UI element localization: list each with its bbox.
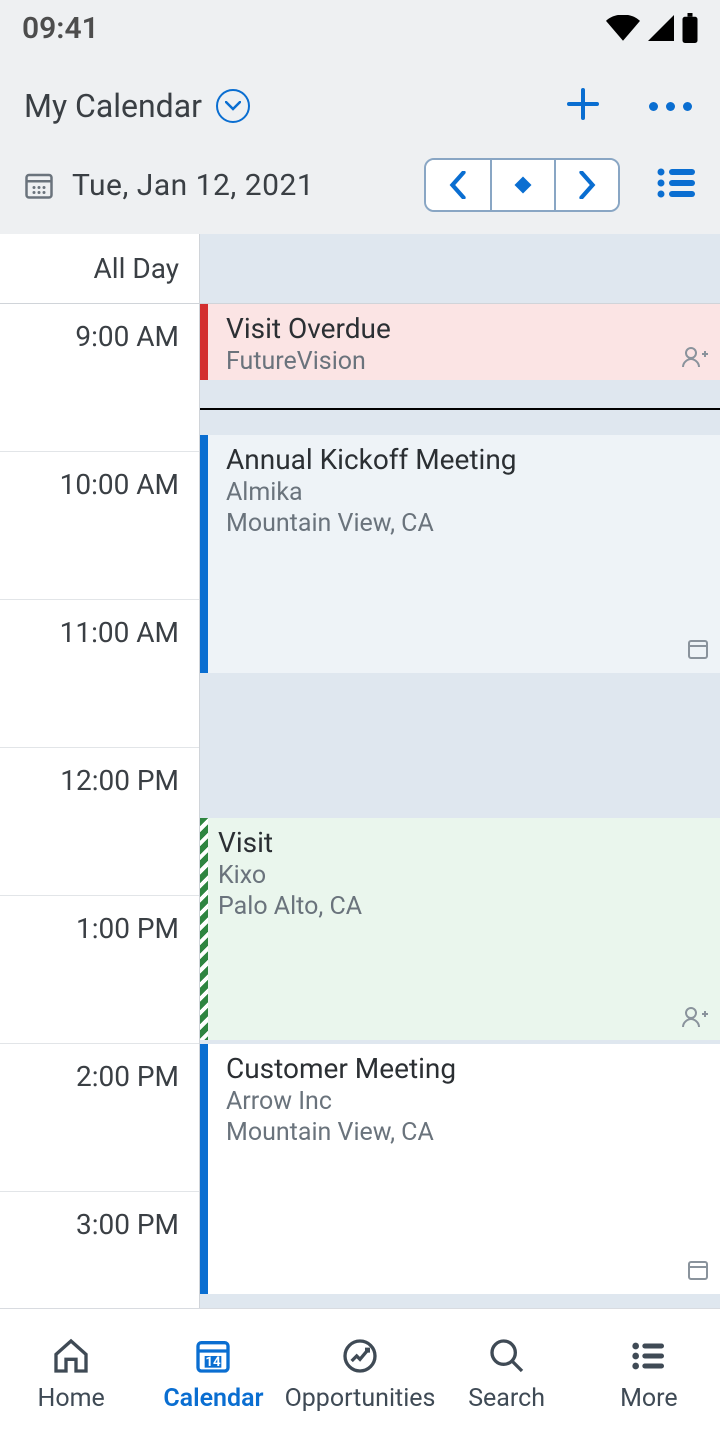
event-annual-kickoff[interactable]: Annual Kickoff Meeting Almika Mountain V…	[200, 435, 720, 673]
calendar-small-icon	[686, 637, 710, 665]
day-nav-segmented	[424, 158, 620, 212]
today-button[interactable]	[490, 160, 554, 210]
more-actions-button[interactable]	[649, 102, 692, 111]
event-canvas[interactable]: Visit Overdue FutureVision Annual Kickof…	[200, 234, 720, 1308]
more-list-icon	[629, 1336, 669, 1376]
event-title: Visit Overdue	[226, 312, 706, 345]
event-title: Visit	[218, 826, 706, 859]
home-icon	[51, 1336, 91, 1376]
event-subtitle: Arrow Inc	[226, 1087, 706, 1116]
event-visit-kixo[interactable]: Visit Kixo Palo Alto, CA	[200, 818, 720, 1040]
list-icon	[656, 167, 696, 199]
event-location: Mountain View, CA	[226, 509, 706, 538]
opportunities-icon	[340, 1336, 380, 1376]
app-header: My Calendar	[0, 56, 720, 142]
calendar-icon: 14	[193, 1336, 233, 1376]
tab-opportunities[interactable]: Opportunities	[285, 1309, 436, 1440]
search-icon	[487, 1336, 527, 1376]
diamond-icon	[511, 173, 535, 197]
event-subtitle: FutureVision	[226, 347, 706, 376]
tab-search[interactable]: Search	[435, 1309, 577, 1440]
event-subtitle: Kixo	[218, 861, 706, 890]
bottom-tab-bar: Home 14 Calendar Opportunities Search Mo…	[0, 1308, 720, 1440]
current-date-label[interactable]: Tue, Jan 12, 2021	[72, 168, 314, 203]
date-nav-row: Tue, Jan 12, 2021	[0, 142, 720, 234]
event-location: Palo Alto, CA	[218, 892, 706, 921]
event-visit-overdue[interactable]: Visit Overdue FutureVision	[200, 304, 720, 380]
next-day-button[interactable]	[554, 160, 618, 210]
tab-label: Calendar	[163, 1384, 263, 1413]
people-icon	[682, 346, 710, 372]
hour-label: 9:00 AM	[75, 320, 179, 353]
plus-icon	[565, 86, 601, 122]
hour-label: 1:00 PM	[76, 912, 179, 945]
tab-label: More	[620, 1384, 678, 1413]
time-gutter: All Day 9:00 AM 10:00 AM 11:00 AM 12:00 …	[0, 234, 200, 1308]
status-bar: 09:41	[0, 0, 720, 56]
list-view-toggle[interactable]	[656, 167, 696, 203]
cell-signal-icon	[648, 15, 674, 41]
tab-home[interactable]: Home	[0, 1309, 142, 1440]
calendar-picker[interactable]: My Calendar	[24, 87, 250, 125]
svg-text:14: 14	[206, 1355, 222, 1370]
calendar-day-view: All Day 9:00 AM 10:00 AM 11:00 AM 12:00 …	[0, 234, 720, 1308]
dot-icon	[666, 102, 675, 111]
tab-label: Opportunities	[285, 1384, 436, 1413]
dot-icon	[683, 102, 692, 111]
hour-label: 2:00 PM	[76, 1060, 179, 1093]
now-line	[200, 408, 720, 410]
tab-calendar[interactable]: 14 Calendar	[142, 1309, 284, 1440]
dot-icon	[649, 102, 658, 111]
chevron-down-icon	[216, 89, 250, 123]
status-icons	[606, 13, 698, 43]
battery-icon	[682, 13, 698, 43]
prev-day-button[interactable]	[426, 160, 490, 210]
allday-slot[interactable]	[200, 234, 720, 304]
event-customer-meeting[interactable]: Customer Meeting Arrow Inc Mountain View…	[200, 1044, 720, 1294]
event-title: Annual Kickoff Meeting	[226, 443, 706, 476]
allday-label: All Day	[0, 234, 199, 304]
tab-label: Search	[468, 1384, 545, 1413]
people-icon	[682, 1006, 710, 1032]
event-location: Mountain View, CA	[226, 1118, 706, 1147]
hour-label: 11:00 AM	[60, 616, 179, 649]
hour-label: 12:00 PM	[60, 764, 179, 797]
hour-label: 10:00 AM	[60, 468, 179, 501]
tab-more[interactable]: More	[578, 1309, 720, 1440]
chevron-right-icon	[578, 171, 596, 199]
tab-label: Home	[38, 1384, 105, 1413]
hour-label: 3:00 PM	[76, 1208, 179, 1241]
calendar-small-icon	[686, 1258, 710, 1286]
calendar-icon	[24, 170, 54, 200]
wifi-icon	[606, 15, 640, 41]
event-subtitle: Almika	[226, 478, 706, 507]
page-title: My Calendar	[24, 87, 202, 125]
chevron-left-icon	[449, 171, 467, 199]
status-time: 09:41	[22, 11, 99, 46]
add-button[interactable]	[565, 86, 601, 126]
event-title: Customer Meeting	[226, 1052, 706, 1085]
